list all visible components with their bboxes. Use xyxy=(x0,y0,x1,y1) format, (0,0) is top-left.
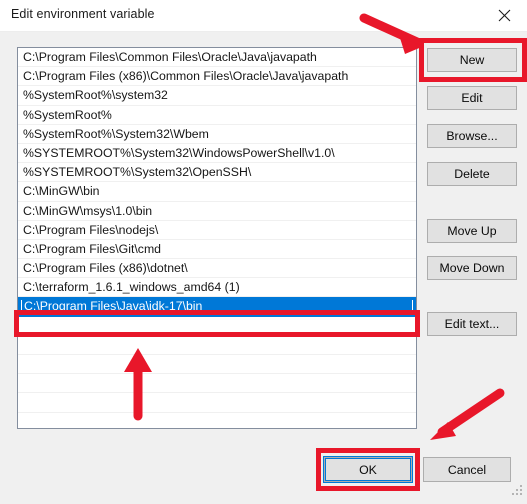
cancel-button[interactable]: Cancel xyxy=(423,457,511,482)
list-item-empty[interactable] xyxy=(18,355,416,375)
list-item-empty[interactable] xyxy=(18,336,416,355)
list-item[interactable]: %SystemRoot%\system32 xyxy=(18,86,416,106)
text-caret xyxy=(21,299,22,314)
list-item[interactable]: C:\Program Files (x86)\Common Files\Orac… xyxy=(18,67,416,87)
move-down-button[interactable]: Move Down xyxy=(427,256,517,280)
ok-button[interactable]: OK xyxy=(323,456,413,483)
list-item[interactable]: %SYSTEMROOT%\System32\OpenSSH\ xyxy=(18,163,416,183)
delete-button[interactable]: Delete xyxy=(427,162,517,186)
list-item[interactable]: C:\Program Files\Common Files\Oracle\Jav… xyxy=(18,48,416,68)
selection-end-caret xyxy=(412,299,413,314)
path-list[interactable]: C:\Program Files\Common Files\Oracle\Jav… xyxy=(17,47,417,429)
list-item[interactable]: %SystemRoot%\System32\Wbem xyxy=(18,125,416,144)
list-item[interactable]: C:\MinGW\msys\1.0\bin xyxy=(18,202,416,221)
move-up-button[interactable]: Move Up xyxy=(427,219,517,243)
list-item[interactable]: %SYSTEMROOT%\System32\WindowsPowerShell\… xyxy=(18,144,416,164)
list-item[interactable]: C:\terraform_1.6.1_windows_amd64 (1) xyxy=(18,278,416,298)
window-title: Edit environment variable xyxy=(11,7,155,21)
edit-button[interactable]: Edit xyxy=(427,86,517,110)
list-item[interactable]: C:\Program Files\nodejs\ xyxy=(18,221,416,240)
resize-grip-icon[interactable] xyxy=(512,485,524,497)
list-item[interactable]: C:\MinGW\bin xyxy=(18,182,416,202)
list-item[interactable]: C:\Program Files (x86)\dotnet\ xyxy=(18,259,416,279)
list-item[interactable]: %SystemRoot% xyxy=(18,106,416,125)
list-item-empty[interactable] xyxy=(18,374,416,394)
close-icon[interactable] xyxy=(481,0,527,31)
title-bar: Edit environment variable xyxy=(0,0,527,32)
title-separator xyxy=(0,31,527,32)
list-item-selected[interactable]: C:\Program Files\Java\jdk-17\bin xyxy=(18,297,416,317)
list-item[interactable]: C:\Program Files\Git\cmd xyxy=(18,240,416,260)
browse-button[interactable]: Browse... xyxy=(427,124,517,148)
new-button[interactable]: New xyxy=(427,48,517,72)
list-item-selected-label: C:\Program Files\Java\jdk-17\bin xyxy=(24,298,203,313)
arrow-to-ok-button xyxy=(430,388,505,440)
edit-text-button[interactable]: Edit text... xyxy=(427,312,517,336)
list-item-empty[interactable] xyxy=(18,393,416,413)
edit-environment-variable-dialog: Edit environment variable C:\Program Fil… xyxy=(0,0,527,504)
list-item-empty[interactable] xyxy=(18,317,416,336)
